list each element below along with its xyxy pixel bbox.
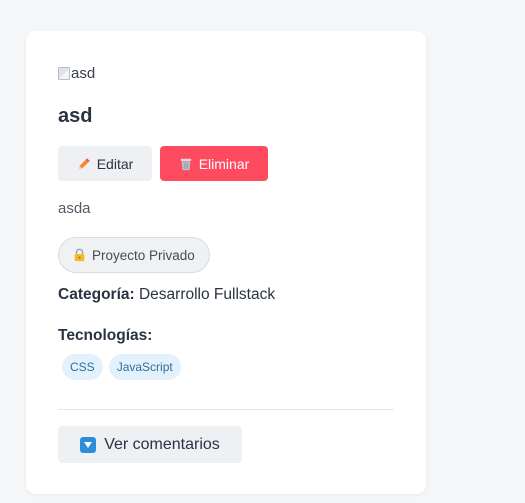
project-category: Categoría: Desarrollo Fullstack [58, 286, 275, 304]
project-image: asd [58, 65, 95, 82]
trash-icon [180, 158, 191, 170]
edit-button[interactable]: Editar [58, 146, 152, 181]
technology-tag: JavaScript [108, 354, 181, 380]
view-comments-label: Ver comentarios [104, 435, 220, 453]
down-arrow-icon [80, 436, 97, 453]
action-buttons: Editar Eliminar [58, 146, 268, 181]
divider [58, 409, 394, 410]
delete-button-label: Eliminar [198, 155, 250, 172]
technologies-label: Tecnologías: [58, 327, 153, 344]
pencil-icon [78, 157, 90, 169]
edit-button-label: Editar [96, 155, 134, 172]
category-value: Desarrollo Fullstack [138, 286, 276, 303]
view-comments-button[interactable]: Ver comentarios [58, 426, 242, 463]
project-card: asd asd Editar Eliminar asda Proyecto Pr… [26, 31, 426, 494]
technology-tag: CSS [62, 354, 103, 380]
broken-image-icon [58, 67, 70, 80]
privacy-badge: Proyecto Privado [58, 237, 210, 273]
project-title: asd [58, 105, 93, 127]
lock-icon [74, 248, 85, 262]
delete-button[interactable]: Eliminar [160, 146, 268, 181]
category-label: Categoría: [58, 286, 135, 303]
project-description: asda [58, 200, 91, 217]
privacy-label: Proyecto Privado [92, 247, 195, 263]
project-image-alt: asd [71, 65, 96, 82]
technology-tags: CSS JavaScript [62, 354, 181, 380]
